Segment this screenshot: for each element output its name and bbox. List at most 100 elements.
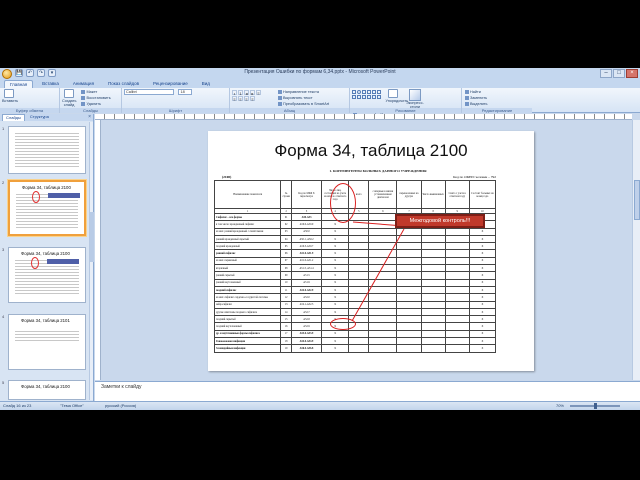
table-cell[interactable] xyxy=(368,212,398,222)
slide-title[interactable]: Форма 34, таблица 2100 xyxy=(208,141,534,161)
table-cell[interactable]: 18 xyxy=(280,337,292,346)
callout-label[interactable]: Межгодовой контроль!!! xyxy=(395,214,485,228)
table-cell[interactable] xyxy=(348,242,370,251)
connector-shape-icon[interactable] xyxy=(367,95,371,99)
table-cell[interactable] xyxy=(444,242,470,251)
table-cell[interactable]: 08 xyxy=(280,264,292,273)
table-cell[interactable] xyxy=(348,220,370,229)
table-cell[interactable]: 19 xyxy=(280,344,292,353)
table-row[interactable]: нейросифилис 13 А52.1-А52.3 X X xyxy=(213,300,497,309)
table-cell[interactable]: поздний неуточненный xyxy=(213,322,282,331)
table-cell[interactable] xyxy=(368,315,398,324)
table-cell[interactable]: 04 xyxy=(280,234,292,244)
table-cell[interactable] xyxy=(396,285,422,295)
table-cell[interactable] xyxy=(444,293,470,302)
table-cell[interactable] xyxy=(348,300,370,309)
tab-view[interactable]: Вид xyxy=(197,80,215,88)
table-cell[interactable]: А51.0-А51.9 xyxy=(290,249,323,258)
table-cell[interactable] xyxy=(348,285,370,295)
table-cell[interactable] xyxy=(420,256,446,266)
table-cell[interactable] xyxy=(368,278,398,287)
table-cell[interactable]: 16 xyxy=(280,322,292,331)
table-cell[interactable] xyxy=(396,307,422,317)
table-cell[interactable] xyxy=(368,307,398,317)
slide-scrollbar[interactable] xyxy=(632,120,640,380)
table-cell[interactable] xyxy=(368,293,398,302)
table-cell[interactable] xyxy=(348,307,370,317)
table-cell[interactable]: Гонококковая инфекция xyxy=(213,337,282,346)
crossed-cell[interactable]: X xyxy=(321,337,350,346)
slide-canvas[interactable]: Форма 34, таблица 2100 1. КОНТИНГЕНТЫ БО… xyxy=(208,131,534,371)
quick-styles-button[interactable]: Экспресс-стили xyxy=(406,89,424,109)
table-cell[interactable] xyxy=(396,293,422,302)
table-cell[interactable] xyxy=(396,271,422,280)
table-cell[interactable] xyxy=(368,322,398,331)
table-cell[interactable]: А52.1-А52.3 xyxy=(290,300,323,309)
table-row[interactable]: другие симптомы позднего сифилиса 14 А52.7… xyxy=(213,307,497,317)
table-cell[interactable] xyxy=(348,278,370,287)
table-cell[interactable]: 03 xyxy=(280,227,292,236)
crossed-cell[interactable]: X xyxy=(321,264,350,273)
table-row[interactable]: поздний сифилис 11 А52.0-А52.9 X X xyxy=(213,285,497,295)
shapes-gallery[interactable] xyxy=(352,90,381,99)
table-cell[interactable] xyxy=(368,300,398,309)
table-cell[interactable]: А54.0-А54.9 xyxy=(290,337,323,346)
new-slide-button[interactable]: Создать слайд xyxy=(62,89,76,107)
crossed-cell[interactable]: X xyxy=(321,300,350,309)
table-cell[interactable] xyxy=(348,293,370,302)
table-cell[interactable] xyxy=(444,285,470,295)
bullets-button[interactable]: • xyxy=(232,90,237,96)
table-cell[interactable]: поздний скрытый xyxy=(213,315,282,324)
line-shape-icon[interactable] xyxy=(362,90,366,94)
table-row[interactable]: Гонококковая инфекция 18 А54.0-А54.9 X X xyxy=(213,337,497,346)
table-cell[interactable] xyxy=(420,249,446,258)
table-cell[interactable] xyxy=(444,271,470,280)
crossed-cell[interactable]: X xyxy=(321,285,350,295)
table-cell[interactable] xyxy=(368,256,398,266)
table-row[interactable]: ранний скрытый 09 А51.5 X X xyxy=(213,271,497,280)
table-cell[interactable] xyxy=(396,242,422,251)
table-cell[interactable] xyxy=(420,227,446,236)
crossed-cell[interactable]: X xyxy=(321,278,350,287)
table-cell[interactable] xyxy=(444,256,470,266)
table-row[interactable]: Хламидийные инфекции 19 А56.0-А56.8 X X xyxy=(213,344,497,353)
table-cell[interactable]: 15 xyxy=(280,315,292,324)
star-shape-icon[interactable] xyxy=(352,95,356,99)
crossed-cell[interactable]: X xyxy=(468,337,497,346)
tab-review[interactable]: Рецензирование xyxy=(148,80,193,88)
crossed-cell[interactable]: X xyxy=(468,329,497,339)
table-row[interactable]: вторичный 08 А51.3, А51.4 X X xyxy=(213,264,497,273)
table-cell[interactable]: А52.9 xyxy=(290,322,323,331)
table-cell[interactable] xyxy=(420,234,446,244)
table-cell[interactable] xyxy=(444,322,470,331)
table-cell[interactable] xyxy=(420,293,446,302)
tab-slides[interactable]: Слайды xyxy=(2,114,25,121)
table-cell[interactable] xyxy=(368,220,398,229)
table-row[interactable]: др. и неуточненные формы сифилиса 17 А53.0… xyxy=(213,329,497,339)
crossed-cell[interactable]: X xyxy=(321,249,350,258)
table-cell[interactable]: А50.1, А50.2 xyxy=(290,234,323,244)
arrow-shape-icon[interactable] xyxy=(367,90,371,94)
table-cell[interactable]: А56.0-А56.8 xyxy=(290,344,323,353)
line-spacing-button[interactable]: ≡ xyxy=(256,90,261,96)
table-cell[interactable]: из них: ранний врожденный с симптомами xyxy=(213,227,282,236)
crossed-cell[interactable]: X xyxy=(468,293,497,302)
table-row[interactable]: из них: ранний врожденный с симптомами 03… xyxy=(213,227,497,236)
table-cell[interactable]: А50.0-А50.9 xyxy=(290,220,323,229)
table-cell[interactable]: А51.5 xyxy=(290,271,323,280)
table-cell[interactable]: А51.3, А51.4 xyxy=(290,264,323,273)
table-cell[interactable]: А52.0-А52.9 xyxy=(290,285,323,295)
textbox-shape-icon[interactable] xyxy=(377,90,381,94)
table-row[interactable]: из них: первичный 07 А51.0-А51.2 X X xyxy=(213,256,497,266)
font-size-select[interactable]: 18 xyxy=(178,89,193,95)
zoom-slider[interactable] xyxy=(570,403,620,409)
table-cell[interactable] xyxy=(368,264,398,273)
table-cell[interactable] xyxy=(444,307,470,317)
table-cell[interactable] xyxy=(444,329,470,339)
table-cell[interactable]: ранний скрытый xyxy=(213,271,282,280)
table-cell[interactable]: А50.0 xyxy=(290,227,323,236)
table-cell[interactable] xyxy=(444,300,470,309)
table-cell[interactable]: другие симптомы позднего сифилиса xyxy=(213,307,282,317)
table-cell[interactable]: 10 xyxy=(280,278,292,287)
table-cell[interactable] xyxy=(396,278,422,287)
